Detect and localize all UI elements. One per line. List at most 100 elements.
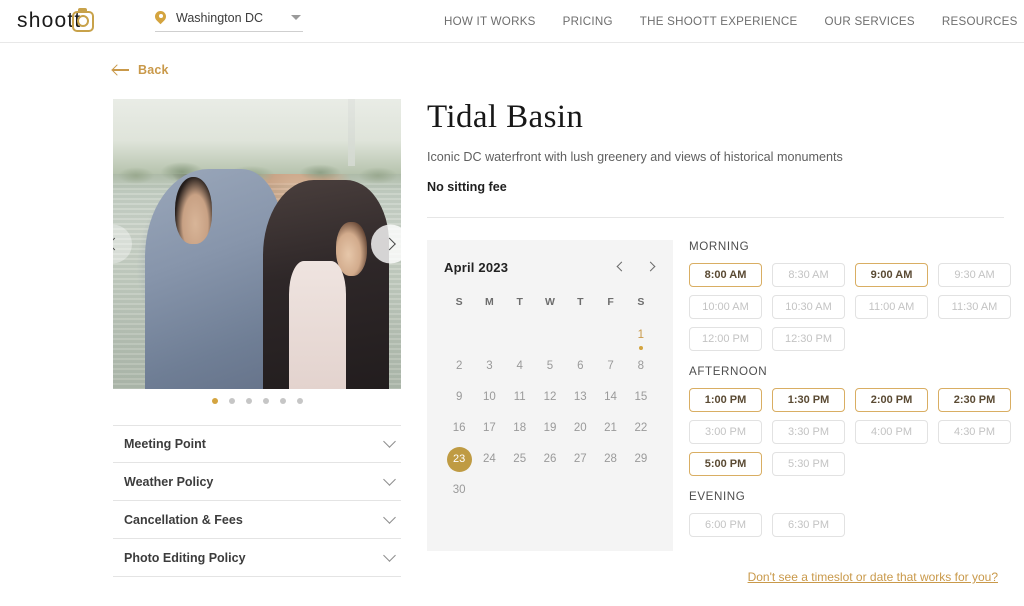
calendar-day: 4 — [516, 360, 523, 373]
calendar-header: April 2023 — [444, 260, 656, 275]
calendar-day: 13 — [573, 391, 587, 404]
timeslot-group-afternoon: AFTERNOON 1:00 PM 1:30 PM 2:00 PM 2:30 PM 3:0… — [689, 365, 1011, 477]
timeslot-button: 8:30 AM — [772, 263, 845, 288]
calendar-day: 24 — [483, 453, 496, 466]
carousel-dot[interactable] — [296, 398, 303, 404]
chevron-down-icon — [383, 510, 396, 524]
calendar-dow-2: T — [516, 296, 523, 309]
nav-item-how-it-works[interactable]: HOW IT WORKS — [444, 15, 536, 28]
timeslot-button[interactable]: 2:30 PM — [938, 388, 1011, 413]
calendar-day[interactable]: 23 — [444, 447, 474, 473]
carousel-dots — [113, 398, 401, 404]
right-column: Tidal Basin Iconic DC waterfront with lu… — [427, 99, 1011, 586]
chevron-down-icon — [291, 15, 301, 20]
chevron-left-icon — [616, 261, 627, 272]
calendar-month-label: April 2023 — [444, 260, 509, 276]
nav-item-shoott-experience[interactable]: THE SHOOTT EXPERIENCE — [640, 15, 798, 28]
accordion-item-weather-policy[interactable]: Weather Policy — [113, 463, 401, 501]
carousel-dot[interactable] — [245, 398, 252, 404]
location-selector[interactable]: Washington DC — [155, 11, 303, 32]
accordion-label: Photo Editing Policy — [124, 550, 246, 565]
timeslot-button: 5:30 PM — [772, 452, 845, 477]
calendar-day: 12 — [543, 391, 557, 404]
timeslot-button[interactable]: 1:30 PM — [772, 388, 845, 413]
timeslot-button: 4:00 PM — [855, 420, 928, 445]
arrow-left-icon — [113, 64, 129, 76]
timeslot-button[interactable]: 2:00 PM — [855, 388, 928, 413]
calendar-dow-3: W — [545, 296, 555, 309]
section-divider — [427, 217, 1004, 219]
timeslot-button: 3:30 PM — [772, 420, 845, 445]
calendar-day: 20 — [573, 422, 587, 435]
calendar-day: 17 — [483, 422, 496, 435]
main-nav: HOW IT WORKS PRICING THE SHOOTT EXPERIEN… — [444, 0, 1018, 43]
photo-figure-right-head — [336, 221, 367, 277]
timeslot-button[interactable]: 5:00 PM — [689, 452, 762, 477]
calendar-day: 26 — [543, 453, 557, 466]
timeslot-button: 10:00 AM — [689, 295, 762, 320]
calendar-day: 27 — [573, 453, 587, 466]
calendar-day: 21 — [604, 422, 617, 435]
logo[interactable]: shoott — [17, 8, 122, 33]
timeslot-button: 12:30 PM — [772, 327, 845, 352]
timeslot-group-morning: MORNING 8:00 AM 8:30 AM 9:00 AM 9:30 AM 10:00… — [689, 240, 1011, 352]
calendar-day: 22 — [634, 422, 648, 435]
calendar-grid: S M T W T F S 1 2 3 4 5 6 7 8 9 10 11 12 13 14 15 16 17 18 19 20 21… — [444, 296, 656, 503]
timeslot-group-title: AFTERNOON — [689, 365, 768, 379]
timeslot-picker: MORNING 8:00 AM 8:30 AM 9:00 AM 9:30 AM 10:00… — [673, 240, 1011, 551]
calendar-day: 3 — [486, 360, 493, 373]
calendar-prev-month-button[interactable] — [616, 261, 627, 273]
accordion-item-meeting-point[interactable]: Meeting Point — [113, 425, 401, 463]
nav-item-pricing[interactable]: PRICING — [563, 15, 613, 28]
calendar-dow-4: T — [577, 296, 584, 309]
timeslot-grid: 6:00 PM 6:30 PM — [689, 513, 1011, 538]
calendar-nav — [616, 261, 656, 273]
calendar-day: 5 — [546, 360, 554, 373]
left-column: Meeting Point Weather Policy Cancellatio… — [113, 99, 401, 577]
timeslot-button[interactable]: 9:00 AM — [855, 263, 928, 288]
calendar-day: 9 — [455, 391, 463, 404]
chevron-right-icon — [382, 237, 396, 251]
calendar-day: 8 — [637, 360, 645, 373]
carousel-dot[interactable] — [262, 398, 269, 404]
location-photo — [113, 99, 401, 389]
accordion-label: Meeting Point — [124, 437, 206, 451]
calendar-day: 16 — [452, 422, 466, 435]
chevron-down-icon — [383, 435, 396, 448]
calendar-day[interactable]: 1 — [626, 323, 656, 348]
chevron-left-icon — [113, 237, 121, 251]
timeslot-button: 12:00 PM — [689, 327, 762, 352]
timeslot-grid: 1:00 PM 1:30 PM 2:00 PM 2:30 PM 3:00 PM 3:30 … — [689, 388, 1011, 477]
calendar-dow-0: S — [455, 296, 463, 309]
accordion-item-photo-editing-policy[interactable]: Photo Editing Policy — [113, 539, 401, 577]
timeslot-button[interactable]: 8:00 AM — [689, 263, 762, 288]
accordion-item-cancellation-fees[interactable]: Cancellation & Fees — [113, 501, 401, 539]
carousel-dot[interactable] — [228, 398, 235, 404]
carousel-dot[interactable] — [211, 398, 218, 404]
timeslot-button: 6:30 PM — [772, 513, 845, 538]
calendar-day: 19 — [543, 422, 557, 435]
timeslot-group-title: EVENING — [689, 490, 746, 504]
calendar-next-month-button[interactable] — [645, 261, 656, 273]
no-timeslot-link[interactable]: Don't see a timeslot or date that works … — [748, 570, 998, 584]
photo-carousel — [113, 99, 401, 389]
carousel-dot[interactable] — [279, 398, 286, 404]
location-value: Washington DC — [176, 10, 264, 25]
nav-item-our-services[interactable]: OUR SERVICES — [824, 15, 914, 28]
calendar-dow-1: M — [485, 296, 494, 309]
listing-subtitle: Iconic DC waterfront with lush greenery … — [427, 150, 843, 165]
back-button[interactable]: Back — [113, 63, 169, 77]
timeslot-button[interactable]: 1:00 PM — [689, 388, 762, 413]
calendar-day: 2 — [455, 360, 463, 373]
listing-fee: No sitting fee — [427, 180, 507, 195]
calendar-day: 28 — [604, 453, 617, 466]
map-pin-icon — [155, 11, 166, 25]
calendar-day: 11 — [513, 391, 526, 404]
photo-figure-right-dress — [288, 261, 347, 389]
calendar-dow-5: F — [607, 296, 614, 309]
timeslot-button: 6:00 PM — [689, 513, 762, 538]
accordion-label: Cancellation & Fees — [124, 512, 243, 527]
nav-item-resources[interactable]: RESOURCES — [942, 15, 1018, 28]
booking-area: April 2023 S M T W T F S 1 2 3 4 5 6 7 8 9 10 11 12 13 14 15 1… — [427, 240, 1011, 552]
timeslot-group-title: MORNING — [689, 240, 750, 254]
